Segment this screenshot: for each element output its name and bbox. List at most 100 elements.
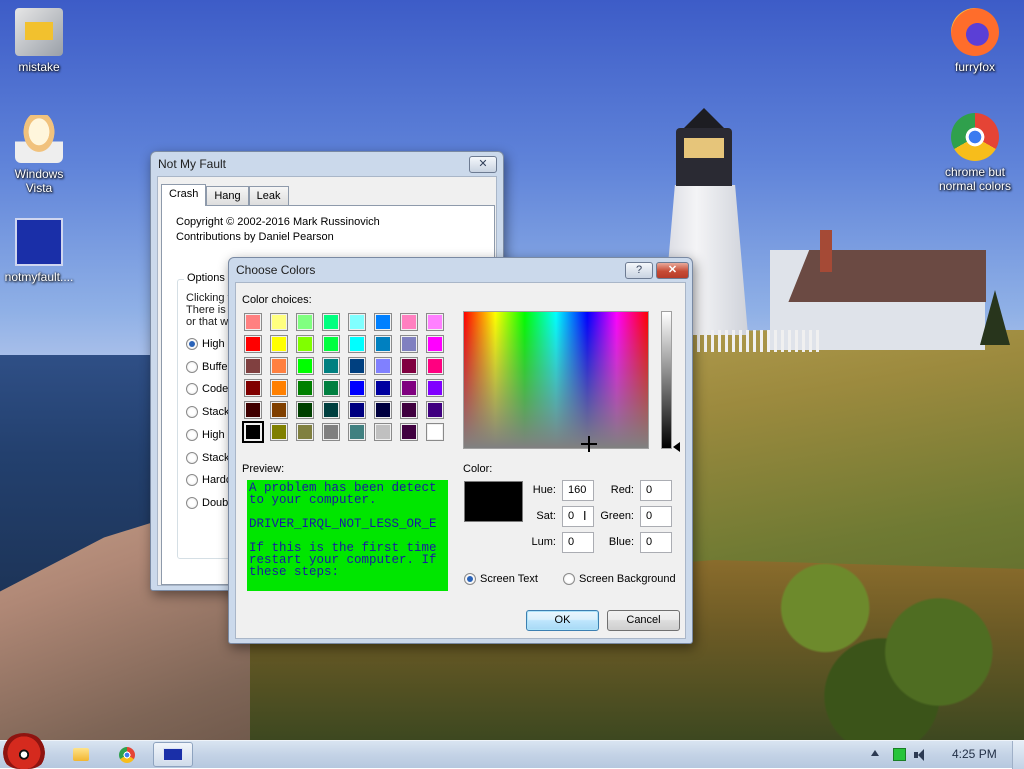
text-cursor-icon: I [583, 509, 587, 523]
screen-background-option[interactable]: Screen Background [563, 573, 676, 585]
ok-button[interactable]: OK [526, 610, 599, 631]
option-hardcoded[interactable]: Hardc [186, 473, 231, 487]
color-swatch[interactable] [348, 401, 366, 419]
color-swatch[interactable] [270, 423, 288, 441]
show-hidden-icons-icon[interactable] [871, 750, 879, 756]
color-swatch[interactable] [400, 335, 418, 353]
red-input[interactable]: 0 [640, 480, 672, 501]
color-swatch[interactable] [400, 423, 418, 441]
desktop-icon-label: chrome but normal colors [938, 165, 1012, 193]
tab-hang[interactable]: Hang [206, 186, 249, 206]
color-swatch[interactable] [348, 357, 366, 375]
color-swatch[interactable] [400, 313, 418, 331]
close-icon: ✕ [478, 158, 488, 170]
color-swatch[interactable] [270, 313, 288, 331]
tab-leak[interactable]: Leak [248, 186, 289, 206]
color-swatch[interactable] [322, 401, 340, 419]
show-desktop-button[interactable] [1012, 741, 1024, 769]
color-swatch[interactable] [400, 401, 418, 419]
color-swatch[interactable] [374, 423, 392, 441]
color-swatch[interactable] [244, 335, 262, 353]
color-swatch[interactable] [322, 357, 340, 375]
desktop-icon-windows-vista[interactable]: Windows Vista [0, 115, 78, 195]
firefox-icon [951, 8, 999, 56]
color-swatch[interactable] [426, 335, 444, 353]
radio-icon [186, 429, 198, 441]
color-swatch[interactable] [270, 379, 288, 397]
color-swatch[interactable] [348, 379, 366, 397]
color-swatch[interactable] [348, 423, 366, 441]
blue-input[interactable]: 0 [640, 532, 672, 553]
desktop-icon-notmyfault[interactable]: notmyfault.... [0, 218, 78, 284]
sat-input[interactable]: 0 I [562, 506, 594, 527]
color-swatch[interactable] [296, 357, 314, 375]
color-swatch[interactable] [244, 401, 262, 419]
color-swatch[interactable] [426, 313, 444, 331]
luminosity-bar[interactable] [661, 311, 672, 449]
color-swatch[interactable] [348, 335, 366, 353]
color-swatch[interactable] [374, 335, 392, 353]
tab-crash[interactable]: Crash [161, 184, 207, 206]
close-button[interactable]: ✕ [469, 156, 497, 173]
color-spectrum[interactable] [463, 311, 649, 452]
color-swatch[interactable] [270, 357, 288, 375]
taskbar-notmyfault[interactable] [153, 742, 193, 767]
color-swatch[interactable] [244, 313, 262, 331]
crosshair-icon[interactable] [581, 436, 597, 452]
option-label: Screen Text [480, 573, 538, 585]
color-swatch[interactable] [400, 379, 418, 397]
tray-status-icon[interactable] [893, 748, 906, 761]
taskbar-explorer[interactable] [61, 742, 101, 767]
color-swatch[interactable] [270, 401, 288, 419]
color-swatch[interactable] [348, 313, 366, 331]
color-swatch[interactable] [322, 313, 340, 331]
option-stack-overflow[interactable]: Stack [186, 451, 230, 465]
option-label: Stack [202, 406, 230, 418]
desktop-icon-mistake[interactable]: mistake [0, 8, 78, 74]
luminosity-arrow-icon[interactable] [673, 442, 680, 452]
taskbar: 4:25 PM [0, 733, 1024, 769]
color-swatch[interactable] [296, 335, 314, 353]
color-swatch[interactable] [244, 357, 262, 375]
lum-input[interactable]: 0 [562, 532, 594, 553]
radio-icon [186, 406, 198, 418]
clock[interactable]: 4:25 PM [952, 747, 997, 761]
start-button[interactable] [2, 733, 46, 769]
color-swatch[interactable] [426, 379, 444, 397]
volume-icon[interactable] [914, 748, 930, 762]
color-swatch[interactable] [322, 335, 340, 353]
desktop-icon-chrome[interactable]: chrome but normal colors [932, 113, 1018, 193]
color-swatch[interactable] [374, 401, 392, 419]
color-swatch[interactable] [374, 357, 392, 375]
bsod-icon [15, 218, 63, 266]
close-button[interactable]: ✕ [656, 262, 689, 279]
sat-value: 0 [568, 510, 575, 522]
taskbar-chrome[interactable] [107, 742, 147, 767]
color-swatch[interactable] [296, 379, 314, 397]
color-swatch[interactable] [426, 401, 444, 419]
color-swatch[interactable] [374, 379, 392, 397]
desktop-icon-furryfox[interactable]: furryfox [936, 8, 1014, 74]
screen-text-option[interactable]: Screen Text [464, 573, 538, 585]
color-swatch[interactable] [400, 357, 418, 375]
hue-input[interactable]: 160 [562, 480, 594, 501]
radio-icon [186, 452, 198, 464]
color-swatch[interactable] [242, 421, 264, 443]
color-swatch[interactable] [296, 423, 314, 441]
cancel-button[interactable]: Cancel [607, 610, 680, 631]
option-stack-trash[interactable]: Stack [186, 405, 230, 419]
window-title: Not My Fault [158, 157, 227, 171]
radio-icon [186, 474, 198, 486]
color-swatch[interactable] [296, 313, 314, 331]
option-buffer-overflow[interactable]: Buffer [186, 360, 231, 374]
color-swatch[interactable] [374, 313, 392, 331]
color-swatch[interactable] [322, 379, 340, 397]
color-swatch[interactable] [244, 379, 262, 397]
color-swatch[interactable] [270, 335, 288, 353]
color-swatch[interactable] [322, 423, 340, 441]
color-swatch[interactable] [296, 401, 314, 419]
color-swatch[interactable] [426, 423, 444, 441]
color-swatch[interactable] [426, 357, 444, 375]
help-button[interactable]: ? [625, 262, 653, 279]
green-input[interactable]: 0 [640, 506, 672, 527]
